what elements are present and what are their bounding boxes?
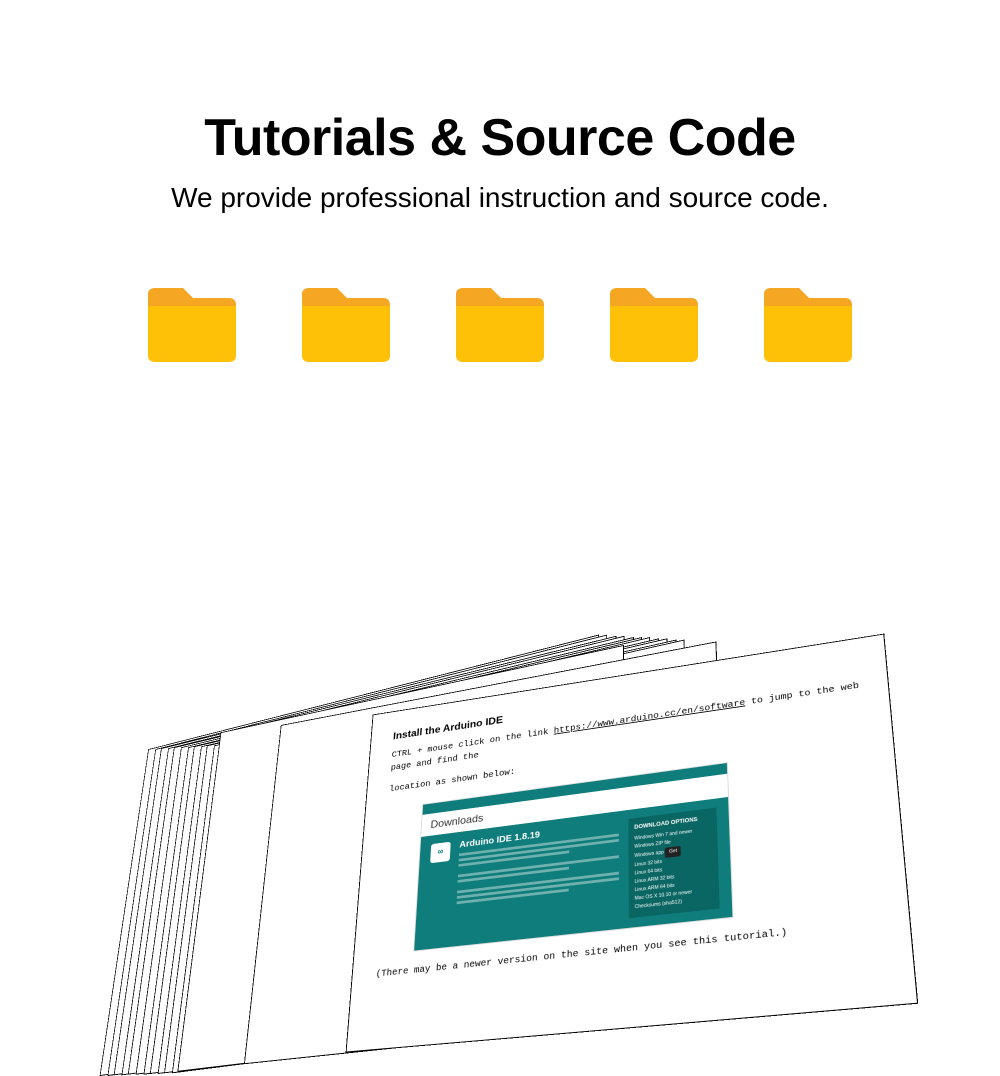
document-stack: Do Click on Click on After the Cli Downl…: [50, 670, 950, 1070]
download-panel: Downloads ∞ Arduino IDE 1.8.19 DOWNLOAD …: [413, 762, 733, 951]
folder-row: [0, 286, 1000, 366]
folder-icon: [760, 286, 856, 366]
arduino-logo-icon: ∞: [430, 842, 451, 864]
folder-icon: [298, 286, 394, 366]
get-badge: Get: [665, 846, 681, 858]
download-options: DOWNLOAD OPTIONS Windows Win 7 and newer…: [628, 808, 719, 919]
folder-icon: [452, 286, 548, 366]
page-subtitle: We provide professional instruction and …: [0, 182, 1000, 214]
header: Tutorials & Source Code We provide profe…: [0, 0, 1000, 214]
folder-icon: [144, 286, 240, 366]
folder-icon: [606, 286, 702, 366]
page-title: Tutorials & Source Code: [0, 108, 1000, 168]
